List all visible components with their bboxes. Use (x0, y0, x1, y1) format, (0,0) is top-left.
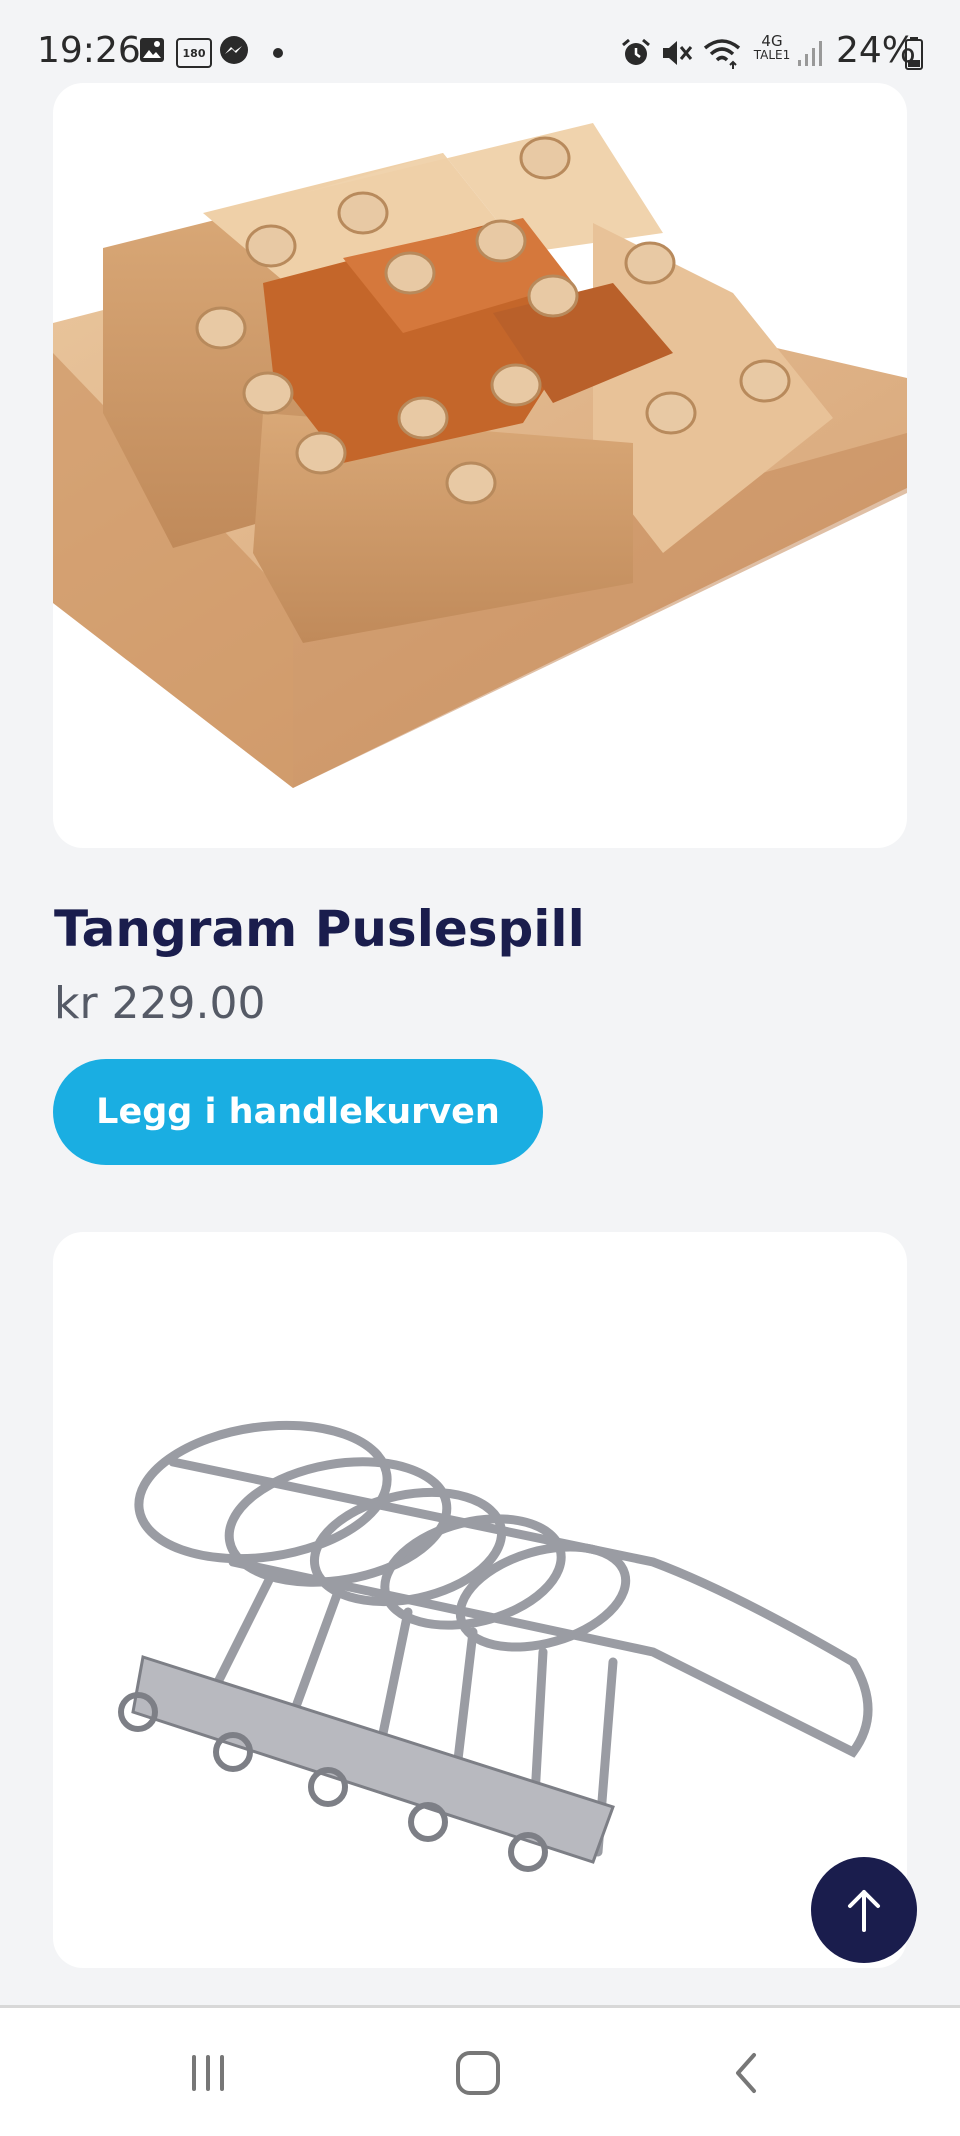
status-time: 19:26 (37, 30, 141, 71)
product-title[interactable]: Tangram Puslespill (54, 900, 585, 958)
alarm-icon (622, 38, 650, 65)
mute-icon (663, 41, 693, 65)
metal-ring-puzzle-image (118, 1420, 873, 1872)
messenger-icon (220, 36, 248, 64)
badge-180-icon: 180 (176, 38, 212, 68)
dot-icon (273, 48, 283, 58)
home-icon (456, 2051, 500, 2095)
recent-apps-button[interactable] (168, 2038, 248, 2108)
home-button[interactable] (438, 2038, 518, 2108)
battery-icon (905, 37, 923, 70)
product-image-card-2[interactable] (53, 1232, 907, 1968)
signal-icon (798, 41, 822, 66)
product-image-card[interactable] (53, 83, 907, 848)
scroll-to-top-button[interactable] (811, 1857, 917, 1963)
recent-apps-icon (192, 2055, 224, 2091)
wooden-puzzle-image (53, 123, 907, 788)
gallery-icon (140, 38, 164, 62)
back-button[interactable] (706, 2038, 786, 2108)
wifi-icon (703, 39, 741, 69)
back-icon (736, 2053, 756, 2093)
product-price: kr 229.00 (54, 978, 266, 1029)
system-navigation-bar (0, 2005, 960, 2136)
status-bar: 19:26 180 4G TALE1 24% (0, 0, 960, 80)
arrow-up-icon (848, 1890, 880, 1932)
network-indicator: 4G TALE1 (753, 32, 791, 62)
add-to-cart-button[interactable]: Legg i handlekurven (53, 1059, 543, 1165)
